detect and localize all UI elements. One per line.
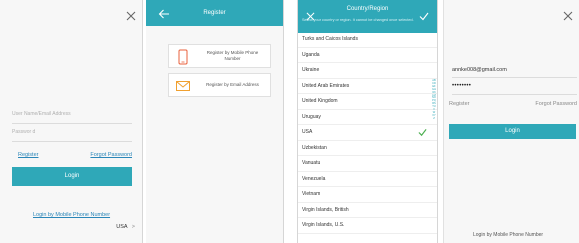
password-field[interactable]: •••••••• — [452, 80, 577, 95]
chevron-right-icon: > — [131, 224, 135, 230]
password-value: •••••••• — [452, 83, 472, 89]
register-screen: Register Register by Mobile Phone Number… — [146, 0, 284, 243]
register-link[interactable]: Register — [449, 101, 469, 107]
login-button[interactable]: Login — [12, 167, 132, 186]
list-item[interactable]: Uganda — [298, 48, 437, 63]
country-notice: Select your country or region. It cannot… — [302, 18, 414, 22]
check-icon — [418, 128, 427, 137]
country-name: United Kingdom — [302, 98, 338, 104]
password-placeholder: Passwor d — [12, 129, 36, 135]
country-name: United Arab Emirates — [302, 82, 350, 89]
country-name: Virgin Islands, British — [302, 206, 349, 213]
region-label: USA — [116, 224, 128, 230]
list-item[interactable]: Virgin Islands, British — [298, 203, 437, 218]
login-filled-screen: annke008@gmail.com •••••••• Register For… — [443, 0, 579, 243]
country-list: Turks and Caicos Islands Uganda Ukraine … — [298, 32, 437, 243]
country-name: Ukraine — [302, 67, 320, 73]
email-field[interactable]: annke008@gmail.com — [452, 63, 577, 78]
register-header: Register — [146, 0, 283, 26]
country-name: Vietnam — [302, 191, 321, 197]
register-email-label: Register by Email Address — [206, 82, 259, 87]
close-icon[interactable] — [563, 11, 573, 21]
envelope-icon — [175, 78, 191, 94]
forgot-password-link[interactable]: Forgot Password — [90, 152, 132, 158]
list-item[interactable]: United Kingdom — [298, 94, 437, 110]
username-input[interactable]: User Name/Email Address — [12, 108, 132, 124]
country-name: Uganda — [302, 51, 320, 58]
list-item[interactable]: Ukraine — [298, 63, 437, 79]
forgot-password-link[interactable]: Forgot Password — [535, 101, 577, 107]
screenshot-collage: User Name/Email Address Passwor d Regist… — [0, 0, 579, 243]
country-header: Country/Region Select your country or re… — [298, 0, 437, 33]
mobile-login-link[interactable]: Login by Mobile Phone Number — [33, 212, 110, 218]
register-link[interactable]: Register — [18, 152, 38, 158]
login-screen: User Name/Email Address Passwor d Regist… — [0, 0, 143, 243]
region-selector[interactable]: USA > — [116, 224, 135, 230]
email-value: annke008@gmail.com — [452, 67, 507, 73]
list-item[interactable]: Vietnam — [298, 187, 437, 203]
login-button[interactable]: Login — [449, 124, 576, 139]
page-title: Country/Region — [346, 6, 389, 12]
country-name: Turks and Caicos Islands — [302, 36, 358, 42]
country-name: Vanuatu — [302, 160, 321, 166]
mobile-phone-icon — [175, 49, 191, 65]
list-item[interactable]: Vanuatu — [298, 156, 437, 172]
list-item[interactable]: Uzbekistan — [298, 141, 437, 156]
username-placeholder: User Name/Email Address — [12, 111, 71, 117]
password-input[interactable]: Passwor d — [12, 126, 132, 142]
country-region-screen: Country/Region Select your country or re… — [297, 0, 438, 243]
list-item-selected[interactable]: USA — [298, 125, 437, 141]
country-name: Venezuela — [302, 175, 326, 182]
list-item[interactable]: United Arab Emirates — [298, 79, 437, 94]
page-title: Register — [203, 10, 226, 16]
list-item[interactable]: Virgin Islands, U.S. — [298, 218, 437, 234]
register-mobile-label: Register by Mobile Phone Number — [206, 50, 259, 61]
list-item[interactable]: Turks and Caicos Islands — [298, 32, 437, 48]
list-item[interactable]: Uruguay — [298, 110, 437, 125]
country-name: Virgin Islands, U.S. — [302, 222, 345, 228]
country-name: USA — [302, 129, 313, 135]
country-name: Uzbekistan — [302, 144, 327, 151]
close-icon[interactable] — [126, 11, 136, 21]
register-email-option[interactable]: Register by Email Address — [168, 73, 271, 97]
alphabet-index-scrollbar[interactable]: ABCDEFGHIJKLMNOPQRSTUVWXYZ — [432, 79, 436, 121]
mobile-login-link[interactable]: Login by Mobile Phone Number — [473, 232, 543, 238]
register-mobile-option[interactable]: Register by Mobile Phone Number — [168, 44, 271, 68]
list-item[interactable]: Venezuela — [298, 172, 437, 187]
confirm-check-icon[interactable] — [419, 8, 429, 21]
country-name: Uruguay — [302, 113, 321, 120]
